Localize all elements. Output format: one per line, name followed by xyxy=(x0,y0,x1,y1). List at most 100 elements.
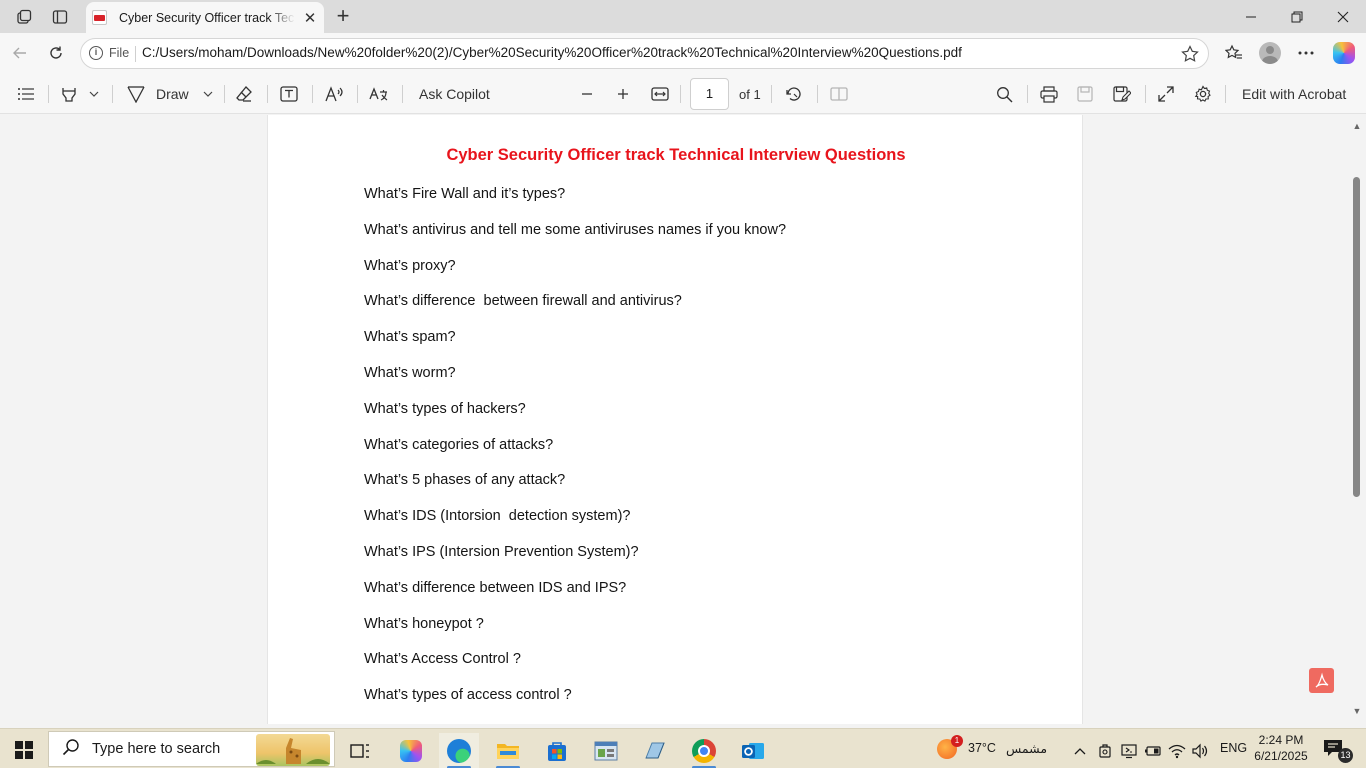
translate-icon[interactable] xyxy=(369,81,389,107)
divider xyxy=(817,85,818,103)
system-clock[interactable]: 2:24 PM 6/21/2025 xyxy=(1252,732,1310,764)
weather-temperature[interactable]: 37°C xyxy=(968,741,996,755)
task-view-icon[interactable] xyxy=(340,733,380,768)
read-aloud-icon[interactable] xyxy=(325,81,345,107)
workspaces-icon[interactable] xyxy=(9,4,39,30)
copilot-icon[interactable] xyxy=(1329,39,1359,67)
search-highlight-image xyxy=(256,734,330,766)
ask-copilot-button[interactable]: Ask Copilot xyxy=(419,81,490,107)
question-item: What’s difference between firewall and a… xyxy=(364,293,682,310)
display-icon[interactable] xyxy=(1116,733,1142,768)
favorites-icon[interactable] xyxy=(1219,39,1249,67)
volume-icon[interactable] xyxy=(1187,733,1213,768)
close-icon[interactable]: ✕ xyxy=(301,9,319,27)
taskbar-search[interactable]: Type here to search xyxy=(48,731,335,767)
fit-width-icon[interactable] xyxy=(651,81,669,107)
draw-icon xyxy=(126,85,146,103)
divider xyxy=(402,85,403,103)
active-tab[interactable]: Cyber Security Officer track Technical I… xyxy=(86,2,324,33)
address-bar[interactable]: i File C:/Users/moham/Downloads/New%20fo… xyxy=(80,38,1209,69)
divider xyxy=(1225,85,1226,103)
pdf-page: Cyber Security Officer track Technical I… xyxy=(267,115,1083,724)
divider xyxy=(135,46,136,62)
meet-now-icon[interactable] xyxy=(1092,733,1118,768)
tab-actions-icon[interactable] xyxy=(45,4,75,30)
edit-with-acrobat-button[interactable]: Edit with Acrobat xyxy=(1242,81,1346,107)
chrome-icon[interactable] xyxy=(684,733,724,768)
divider xyxy=(680,85,681,103)
scrollbar-thumb[interactable] xyxy=(1353,177,1360,497)
search-placeholder: Type here to search xyxy=(92,741,221,757)
chevron-up-icon[interactable] xyxy=(1066,733,1094,768)
rotate-icon[interactable] xyxy=(785,81,803,107)
divider xyxy=(1145,85,1146,103)
scroll-down-icon[interactable]: ▼ xyxy=(1352,706,1362,716)
print-icon[interactable] xyxy=(1040,81,1058,107)
eraser-icon[interactable] xyxy=(235,81,253,107)
control-panel-icon[interactable] xyxy=(586,733,626,768)
divider xyxy=(771,85,772,103)
two-page-icon[interactable] xyxy=(830,81,848,107)
clock-time: 2:24 PM xyxy=(1258,733,1304,747)
settings-icon[interactable] xyxy=(1194,81,1212,107)
question-item: What’s categories of attacks? xyxy=(364,436,554,453)
question-item: What’s IDS (Intorsion detection system)? xyxy=(364,508,631,525)
navigation-bar: i File C:/Users/moham/Downloads/New%20fo… xyxy=(0,33,1366,74)
text-box-icon[interactable] xyxy=(280,81,298,107)
pdf-viewer[interactable]: Cyber Security Officer track Technical I… xyxy=(0,115,1366,724)
url-text[interactable]: C:/Users/moham/Downloads/New%20folder%20… xyxy=(142,45,962,60)
zoom-in-icon[interactable] xyxy=(616,81,630,107)
battery-icon[interactable] xyxy=(1140,733,1166,768)
plus-icon[interactable]: + xyxy=(330,4,356,30)
question-item: What’s honeypot ? xyxy=(364,615,484,632)
weather-icon[interactable]: 1 xyxy=(937,735,963,759)
chevron-down-icon[interactable] xyxy=(89,81,99,107)
windows-start-icon[interactable] xyxy=(15,741,33,759)
copilot-app-icon[interactable] xyxy=(391,733,431,768)
back-icon[interactable] xyxy=(5,39,35,67)
outlook-icon[interactable] xyxy=(733,733,773,768)
tab-title: Cyber Security Officer track Technical I… xyxy=(119,10,295,25)
info-icon[interactable]: i xyxy=(89,46,103,60)
input-language[interactable]: ENG xyxy=(1220,741,1247,755)
divider xyxy=(112,85,113,103)
acrobat-icon[interactable] xyxy=(1309,668,1334,693)
app-icon[interactable] xyxy=(635,733,675,768)
close-window-icon[interactable] xyxy=(1320,0,1366,33)
edge-browser-icon[interactable] xyxy=(439,733,479,768)
search-icon[interactable] xyxy=(996,81,1013,107)
profile-icon[interactable] xyxy=(1255,39,1285,67)
microsoft-store-icon[interactable] xyxy=(537,733,577,768)
refresh-icon[interactable] xyxy=(41,39,71,67)
question-item: What’s proxy? xyxy=(364,257,456,274)
tab-strip: Cyber Security Officer track Technical I… xyxy=(0,0,1366,33)
scroll-up-icon[interactable]: ▲ xyxy=(1352,121,1362,131)
file-explorer-icon[interactable] xyxy=(488,733,528,768)
save-as-icon[interactable] xyxy=(1113,81,1131,107)
restore-icon[interactable] xyxy=(1274,0,1320,33)
question-item: What’s IPS (Intersion Prevention System)… xyxy=(364,543,639,560)
contents-icon[interactable] xyxy=(17,81,35,107)
chevron-down-icon[interactable] xyxy=(203,81,213,107)
save-icon[interactable] xyxy=(1077,81,1093,107)
draw-button[interactable]: Draw xyxy=(126,81,189,107)
star-icon[interactable] xyxy=(1180,44,1200,64)
fullscreen-icon[interactable] xyxy=(1158,81,1174,107)
notification-icon[interactable]: 13 xyxy=(1323,739,1353,763)
question-list: What’s Fire Wall and it’s types? What’s a… xyxy=(364,184,786,721)
highlight-icon[interactable] xyxy=(60,81,78,107)
more-icon[interactable] xyxy=(1291,39,1321,67)
draw-label: Draw xyxy=(156,86,189,102)
page-number-input[interactable]: 1 xyxy=(690,78,729,110)
weather-condition[interactable]: مشمس xyxy=(1006,741,1047,756)
question-item: What’s types of access control ? xyxy=(364,687,572,704)
question-item: What’s spam? xyxy=(364,329,456,346)
clock-date: 6/21/2025 xyxy=(1254,749,1308,763)
zoom-out-icon[interactable] xyxy=(580,81,594,107)
divider xyxy=(267,85,268,103)
vertical-scrollbar[interactable]: ▲ ▼ xyxy=(1348,115,1366,724)
divider xyxy=(1027,85,1028,103)
minimize-icon[interactable] xyxy=(1228,0,1274,33)
question-item: What’s Access Control ? xyxy=(364,651,521,668)
weather-alert-badge: 1 xyxy=(951,735,963,747)
